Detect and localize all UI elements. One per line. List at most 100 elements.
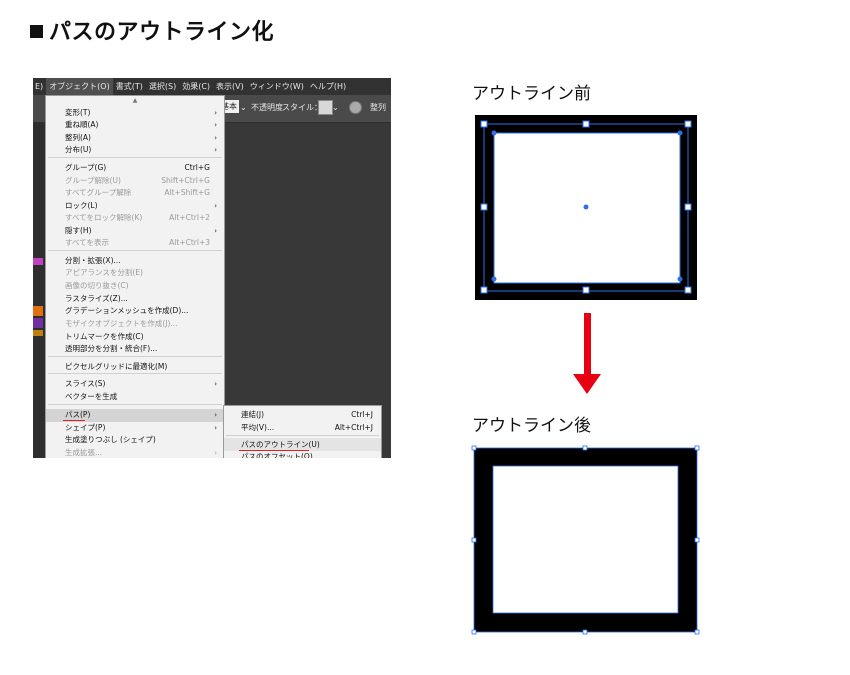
menu-item-label: ロック(L)	[65, 201, 98, 210]
bbox-handle[interactable]	[694, 537, 700, 543]
menu-edit[interactable]: E)	[33, 78, 46, 95]
swatch-orange	[33, 306, 43, 316]
page-heading: パスのアウトライン化	[30, 14, 274, 46]
menu-item[interactable]: すべてグループ解除 Alt+Shift+G	[46, 187, 224, 200]
menu-item-label: 画像の切り抜き(C)	[65, 281, 129, 290]
menu-item[interactable]: 透明部分を分割・統合(F)...	[46, 343, 224, 356]
chevron-right-icon: ›	[214, 227, 217, 235]
menu-object[interactable]: オブジェクト(O)	[46, 78, 113, 95]
menu-item[interactable]: 重ね順(A) ›	[46, 119, 224, 132]
bbox-handle[interactable]	[480, 286, 488, 294]
object-menu: ▲ 変形(T) › 重ね順(A) › 整列(A) › 分布(U) › グループ(G) Ctrl+G…	[45, 95, 225, 458]
chevron-right-icon: ›	[214, 109, 217, 117]
menu-item[interactable]: ピクセルグリッドに最適化(M)	[46, 361, 224, 374]
bbox-handle[interactable]	[582, 286, 590, 294]
down-arrow-icon	[573, 374, 601, 394]
menu-item-shortcut: Shift+Ctrl+G	[161, 176, 210, 185]
menu-item-label: アピアランスを分割(E)	[65, 268, 143, 277]
menu-item[interactable]: すべてをロック解除(K) Alt+Ctrl+2	[46, 212, 224, 225]
submenu-item-shortcut: Ctrl+J	[351, 410, 373, 419]
menu-item[interactable]: シェイプ(P) ›	[46, 422, 224, 435]
menu-item[interactable]: 分布(U) ›	[46, 144, 224, 157]
align-button[interactable]: 整列	[370, 101, 386, 115]
menu-item[interactable]: グループ解除(U) Shift+Ctrl+G	[46, 175, 224, 188]
swatch-magenta	[33, 258, 43, 265]
menu-item[interactable]: 生成塗りつぶし (シェイプ)	[46, 434, 224, 447]
menu-item[interactable]: ロック(L) ›	[46, 200, 224, 213]
menu-item-label: シェイプ(P)	[65, 423, 106, 432]
menu-item-label: すべてグループ解除	[65, 188, 132, 197]
bbox-handle[interactable]	[694, 629, 700, 635]
menu-item[interactable]: モザイクオブジェクトを作成(J)...	[46, 318, 224, 331]
menu-item-shortcut: Alt+Ctrl+2	[169, 213, 210, 222]
scroll-up-icon[interactable]: ▲	[46, 96, 224, 105]
chevron-right-icon: ›	[214, 424, 217, 432]
menu-item[interactable]: アピアランスを分割(E)	[46, 267, 224, 280]
swatch-purple	[33, 318, 43, 328]
menu-item-label: グループ(G)	[65, 163, 107, 172]
menu-item[interactable]: 生成拡張... ›	[46, 447, 224, 458]
menu-separator	[48, 356, 222, 357]
submenu-item[interactable]: 連結(J) Ctrl+J	[224, 408, 381, 421]
menu-item[interactable]: すべてを表示 Alt+Ctrl+3	[46, 237, 224, 250]
menu-separator	[48, 404, 222, 405]
submenu-item-label: 平均(V)...	[241, 423, 275, 432]
menu-item[interactable]: 整列(A) ›	[46, 132, 224, 145]
menu-item-path[interactable]: パス(P) ›	[46, 409, 224, 422]
menu-item[interactable]: 隠す(H) ›	[46, 225, 224, 238]
menu-item-label: トリムマークを作成(C)	[65, 332, 144, 341]
menu-effect[interactable]: 効果(C)	[179, 78, 213, 95]
bbox-handle[interactable]	[471, 629, 477, 635]
chevron-right-icon: ›	[214, 411, 217, 419]
menu-item[interactable]: ベクターを生成	[46, 391, 224, 404]
anchor-point[interactable]	[677, 130, 683, 136]
bbox-handle[interactable]	[471, 445, 477, 451]
chevron-down-icon[interactable]: ⌄	[240, 101, 247, 115]
menu-item[interactable]: ラスタライズ(Z)...	[46, 293, 224, 306]
down-arrow-shaft	[584, 313, 591, 375]
menu-item[interactable]: トリムマークを作成(C)	[46, 331, 224, 344]
menu-item[interactable]: グラデーションメッシュを作成(D)...	[46, 305, 224, 318]
chevron-right-icon: ›	[214, 449, 217, 457]
bbox-handle[interactable]	[684, 120, 692, 128]
bbox-handle[interactable]	[480, 203, 488, 211]
recolor-icon[interactable]	[349, 101, 362, 114]
menu-window[interactable]: ウィンドウ(W)	[247, 78, 307, 95]
bbox-handle[interactable]	[471, 537, 477, 543]
submenu-item-shortcut: Alt+Ctrl+J	[334, 423, 373, 432]
anchor-point[interactable]	[677, 276, 683, 282]
style-swatch[interactable]	[318, 100, 333, 115]
anchor-point[interactable]	[491, 276, 497, 282]
menu-type[interactable]: 書式(T)	[113, 78, 146, 95]
menu-item-label: すべてをロック解除(K)	[65, 213, 143, 222]
menu-item-label: 分布(U)	[65, 145, 92, 154]
menu-item-label: ピクセルグリッドに最適化(M)	[65, 362, 168, 371]
opacity-label[interactable]: 不透明度	[251, 101, 283, 115]
menu-item[interactable]: 変形(T) ›	[46, 107, 224, 120]
menu-item[interactable]: グループ(G) Ctrl+G	[46, 162, 224, 175]
menu-view[interactable]: 表示(V)	[213, 78, 247, 95]
bbox-handle[interactable]	[582, 629, 588, 635]
style-label: スタイル：	[282, 103, 322, 112]
menu-item[interactable]: 分割・拡張(X)...	[46, 255, 224, 268]
bbox-handle[interactable]	[694, 445, 700, 451]
submenu-item-label: パスのオフセット(O)...	[241, 452, 320, 458]
bbox-handle[interactable]	[582, 120, 590, 128]
menu-item[interactable]: スライス(S) ›	[46, 378, 224, 391]
menu-select[interactable]: 選択(S)	[146, 78, 179, 95]
menu-item-shortcut: Ctrl+G	[184, 163, 210, 172]
red-underline	[63, 420, 85, 421]
submenu-item[interactable]: パスのオフセット(O)...	[224, 450, 381, 458]
submenu-item[interactable]: 平均(V)... Alt+Ctrl+J	[224, 421, 381, 434]
menu-item[interactable]: 画像の切り抜き(C)	[46, 280, 224, 293]
bbox-handle[interactable]	[684, 286, 692, 294]
bbox-handle[interactable]	[582, 445, 588, 451]
menu-help[interactable]: ヘルプ(H)	[307, 78, 349, 95]
anchor-point[interactable]	[491, 130, 497, 136]
bbox-handle[interactable]	[480, 120, 488, 128]
after-inner-fill	[493, 466, 678, 613]
center-point	[583, 204, 589, 210]
bbox-handle[interactable]	[684, 203, 692, 211]
style-chevron-icon[interactable]: ⌄	[332, 101, 339, 115]
chevron-right-icon: ›	[214, 380, 217, 388]
